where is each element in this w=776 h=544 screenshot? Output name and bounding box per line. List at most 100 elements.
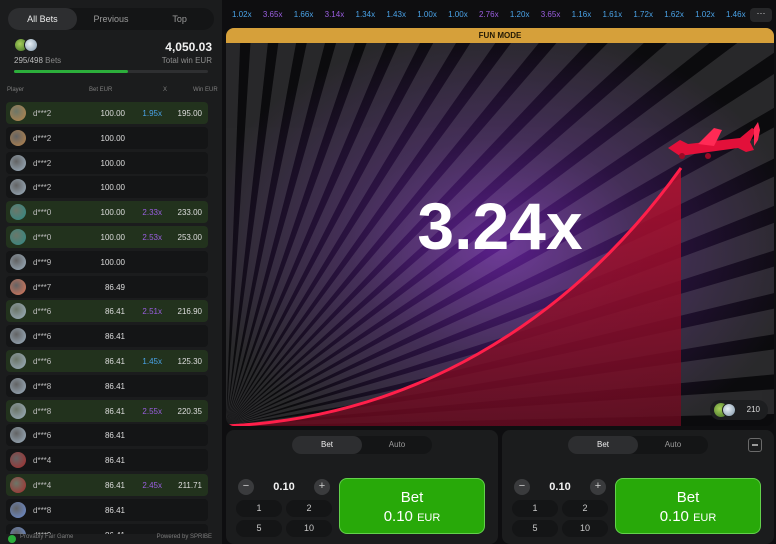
shield-check-icon [8,535,16,543]
quick-amount-button[interactable]: 10 [286,520,332,537]
player-name: d***2 [33,109,52,118]
quick-amount-button[interactable]: 1 [236,500,282,517]
bet-button[interactable]: Bet 0.10 EUR [339,478,485,534]
avatar [10,204,26,221]
avatar [10,253,26,270]
bet-button-currency: EUR [693,512,717,524]
history-multiplier[interactable]: 1.16x [572,8,592,22]
player-name: d***0 [33,232,52,242]
tab-all-bets[interactable]: All Bets [8,8,77,30]
history-multiplier[interactable]: 3.65x [541,8,561,22]
history-multiplier[interactable]: 1.62x [664,8,684,22]
bets-panel: All Bets Previous Top 295/498 Bets 4,050… [0,0,222,544]
bet-amount: 86.41 [104,505,125,515]
avatar [24,38,38,52]
quick-amounts: 1 2 5 10 [512,500,610,540]
bets-list[interactable]: d***2 100.00 1.95x 195.00 d***2 100.00 d***2 10… [6,102,208,534]
avatar [10,402,26,419]
bet-amount: 100.00 [100,232,125,242]
bet-amount: 100.00 [100,208,125,218]
history-multiplier[interactable]: 1.43x [386,8,406,22]
history-multiplier[interactable]: 1.34x [356,8,376,22]
avatar [10,452,26,469]
avatar [10,154,26,171]
history-multiplier[interactable]: 1.00x [448,8,468,22]
history-multiplier[interactable]: 1.46x [726,8,746,22]
minimize-icon[interactable] [748,438,762,452]
history-multiplier[interactable]: 1.20x [510,8,530,22]
tab-bet[interactable]: Bet [568,436,638,454]
bet-amount: 86.41 [104,381,125,391]
history-multiplier[interactable]: 1.66x [294,8,314,22]
multiplier-history: 1.02x 3.65x 1.66x 3.14x 1.34x 1.43x 1.00x 1.00x… [232,8,747,22]
quick-amount-button[interactable]: 1 [512,500,558,517]
bet-button-amount-line: 0.10 EUR [340,508,484,525]
player-name: d***7 [33,282,52,292]
player-name: d***6 [33,307,52,317]
history-multiplier[interactable]: 3.65x [263,8,283,22]
amount-stepper: − 0.10 + [512,478,608,496]
player-name: d***6 [33,356,52,366]
tab-auto[interactable]: Auto [638,436,708,454]
bet-panel-2: Bet Auto − 0.10 + 1 2 5 10 Bet 0.10 EUR [502,430,774,544]
plus-icon[interactable]: + [590,479,606,495]
history-multiplier[interactable]: 1.02x [695,8,715,22]
table-row: d***2 100.00 1.95x 195.00 [6,102,208,124]
bet-amount: 100.00 [100,109,125,118]
powered-by: Powered by SPRIBE [156,534,212,540]
history-multiplier[interactable]: 1.61x [603,8,623,22]
win-amount: 211.71 [178,480,202,490]
bet-amount: 86.41 [104,406,125,416]
player-name: d***8 [33,505,52,515]
player-name: d***9 [33,257,52,267]
history-multiplier[interactable]: 1.00x [417,8,437,22]
quick-amount-button[interactable]: 2 [286,500,332,517]
win-amount: 195.00 [177,109,202,118]
tab-bet[interactable]: Bet [292,436,362,454]
cashout-multiplier: 2.33x [142,208,162,218]
bets-tabs: All Bets Previous Top [8,8,214,30]
cashout-multiplier: 1.45x [142,356,162,366]
bet-button[interactable]: Bet 0.10 EUR [615,478,761,534]
table-row: d***8 86.41 [6,374,208,397]
tab-previous[interactable]: Previous [77,8,146,30]
tab-top[interactable]: Top [145,8,214,30]
table-row: d***2 100.00 [6,126,208,149]
bets-summary: 295/498 Bets 4,050.03 Total win EUR [8,36,214,76]
bet-amount: 100.00 [100,257,125,267]
quick-amount-button[interactable]: 5 [236,520,282,537]
aviator-app: All Bets Previous Top 295/498 Bets 4,050… [0,0,776,544]
player-name: d***2 [33,133,52,143]
avatar [10,228,26,245]
history-multiplier[interactable]: 1.02x [232,8,252,22]
history-multiplier[interactable]: 2.76x [479,8,499,22]
bet-button-amount: 0.10 [659,508,689,525]
ellipsis-icon[interactable]: ··· [750,8,772,22]
quick-amount-button[interactable]: 5 [512,520,558,537]
provably-fair-link[interactable]: Provably Fair Game [20,534,73,540]
amount-stepper: − 0.10 + [236,478,332,496]
current-multiplier: 3.24x [417,189,583,263]
tab-auto[interactable]: Auto [362,436,432,454]
bet-button-label: Bet [676,489,700,506]
quick-amount-button[interactable]: 2 [562,500,608,517]
table-row: d***6 86.41 2.51x 216.90 [6,300,208,323]
avatar [10,476,26,493]
bets-count-value: 295/498 [14,56,43,65]
history-multiplier[interactable]: 3.14x [325,8,345,22]
plus-icon[interactable]: + [314,479,330,495]
bet-amount: 86.41 [104,332,125,342]
history-multiplier[interactable]: 1.72x [633,8,653,22]
fun-mode-banner: FUN MODE [226,28,774,43]
total-win-label: Total win EUR [161,56,212,65]
avatar [10,303,26,320]
avatar [722,403,736,417]
quick-amount-button[interactable]: 10 [562,520,608,537]
table-row: d***9 100.00 [6,250,208,273]
table-row: d***4 86.41 [6,449,208,472]
bet-amount: 86.41 [104,480,125,490]
table-row: d***2 100.00 [6,151,208,174]
bet-mode-switch: Bet Auto [568,436,708,454]
quick-amounts: 1 2 5 10 [236,500,334,540]
game-area: FUN MODE 3.24x 210 [226,28,774,426]
